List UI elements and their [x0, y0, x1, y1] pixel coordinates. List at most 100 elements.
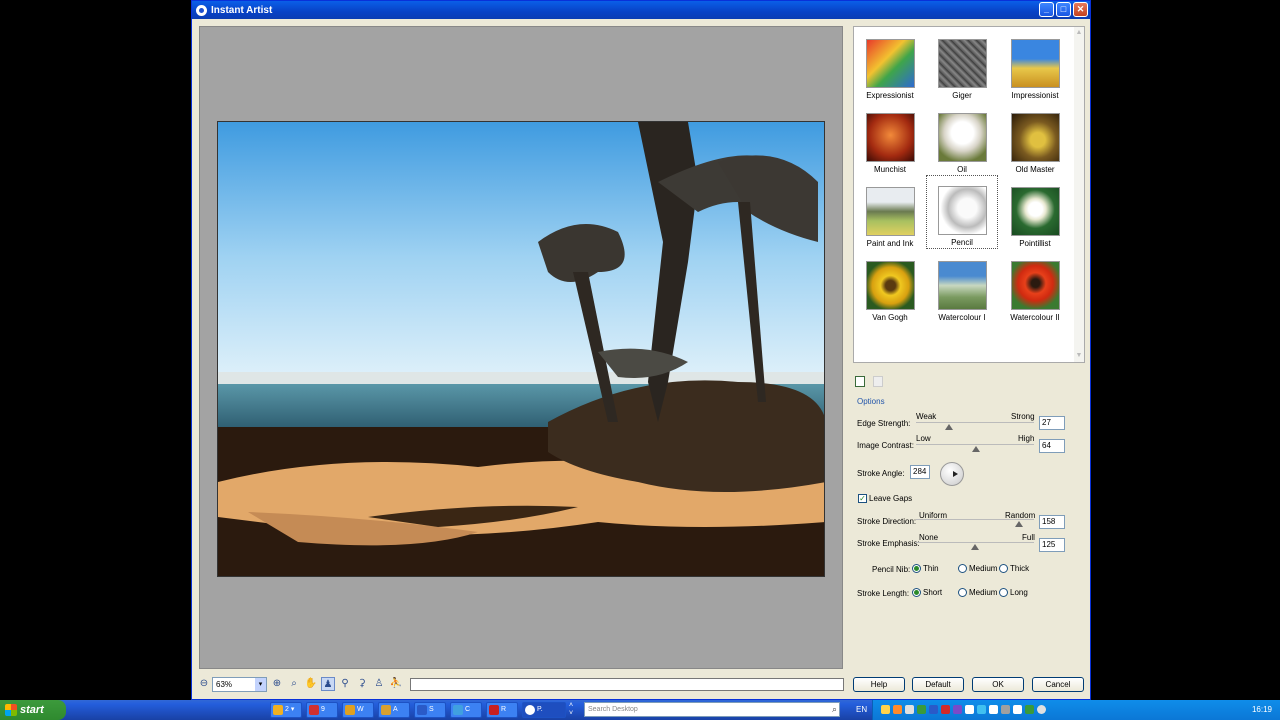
taskbar-item[interactable]: C [450, 702, 482, 718]
chevron-down-icon[interactable]: ▾ [255, 678, 266, 691]
title-bar[interactable]: Instant Artist _ □ ✕ [192, 1, 1090, 19]
style-old-master[interactable]: Old Master [999, 109, 1071, 181]
zoom-in-icon[interactable]: ⊕ [270, 677, 284, 691]
tray-icon[interactable] [941, 705, 950, 714]
preview-canvas[interactable] [199, 26, 843, 669]
tray-icon[interactable] [893, 705, 902, 714]
stroke-direction-slider[interactable] [916, 517, 1034, 531]
stroke-length-medium-radio[interactable]: Medium [958, 588, 997, 597]
app-icon [489, 705, 499, 715]
gallery-scrollbar[interactable]: ▲ ▼ [1074, 27, 1084, 362]
network-icon[interactable] [977, 705, 986, 714]
tray-icon[interactable] [1013, 705, 1022, 714]
taskbar-item[interactable]: 2 ▾ [270, 702, 302, 718]
zoom-select[interactable]: 63% ▾ [212, 677, 267, 692]
stroke-length-short-radio[interactable]: Short [912, 588, 942, 597]
van-gogh-thumbnail [865, 261, 915, 310]
hand-pan-icon[interactable]: ✋ [304, 677, 318, 691]
maximize-button[interactable]: □ [1056, 2, 1071, 17]
taskbar-item[interactable]: R [486, 702, 518, 718]
image-contrast-input[interactable]: 64 [1039, 439, 1065, 453]
preview-image[interactable] [217, 121, 825, 577]
new-preset-icon[interactable] [855, 376, 865, 387]
style-paint-and-ink[interactable]: Paint and Ink [854, 183, 926, 255]
slider-thumb[interactable] [972, 446, 980, 452]
radio-selected-icon[interactable] [912, 588, 921, 597]
volume-icon[interactable] [989, 705, 998, 714]
edge-strength-input[interactable]: 27 [1039, 416, 1065, 430]
style-oil[interactable]: Oil [926, 109, 998, 181]
stroke-length-long-radio[interactable]: Long [999, 588, 1028, 597]
taskbar-item-active[interactable]: P. [522, 702, 566, 718]
stroke-direction-input[interactable]: 158 [1039, 515, 1065, 529]
stroke-emphasis-input[interactable]: 125 [1039, 538, 1065, 552]
pencil-nib-thick-radio[interactable]: Thick [999, 564, 1029, 573]
tray-icon[interactable] [881, 705, 890, 714]
stroke-emphasis-slider[interactable] [916, 540, 1034, 554]
taskbar-item[interactable]: A [378, 702, 410, 718]
tray-icon[interactable] [1025, 705, 1034, 714]
compare-preview-icon[interactable]: ⚳ [355, 677, 369, 691]
leave-gaps-checkbox[interactable]: ✓ Leave Gaps [858, 494, 912, 503]
pencil-nib-medium-radio[interactable]: Medium [958, 564, 997, 573]
default-button[interactable]: Default [912, 677, 964, 692]
start-button[interactable]: start [0, 700, 66, 720]
tray-icon[interactable] [965, 705, 974, 714]
style-munchist[interactable]: Munchist [854, 109, 926, 181]
style-giger[interactable]: Giger [926, 35, 998, 107]
word-icon [417, 705, 427, 715]
style-expressionist[interactable]: Expressionist [854, 35, 926, 107]
style-pencil[interactable]: Pencil [926, 175, 998, 249]
result-preview-icon[interactable]: ⛹ [389, 677, 403, 691]
tray-icon[interactable] [929, 705, 938, 714]
tray-icon[interactable] [953, 705, 962, 714]
pencil-nib-thin-radio[interactable]: Thin [912, 564, 939, 573]
scroll-down-icon[interactable]: ▼ [1075, 352, 1083, 360]
radio-icon[interactable] [958, 588, 967, 597]
tray-icon[interactable] [917, 705, 926, 714]
tray-icon[interactable] [1001, 705, 1010, 714]
search-icon[interactable]: ⌕ [832, 704, 837, 715]
tray-icon[interactable] [1037, 705, 1046, 714]
start-label: start [20, 704, 44, 716]
clock[interactable]: 16:19 [1252, 700, 1272, 720]
desktop-search-input[interactable]: Search Desktop ⌕ [584, 702, 840, 717]
slider-thumb[interactable] [945, 424, 953, 430]
taskbar-item[interactable]: S [414, 702, 446, 718]
slider-thumb[interactable] [971, 544, 979, 550]
taskbar-item[interactable]: 9 [306, 702, 338, 718]
ok-button[interactable]: OK [972, 677, 1024, 692]
radio-icon[interactable] [958, 564, 967, 573]
language-indicator[interactable]: EN [856, 700, 867, 720]
style-impressionist[interactable]: Impressionist [999, 35, 1071, 107]
help-button[interactable]: Help [853, 677, 905, 692]
style-watercolour-1[interactable]: Watercolour I [926, 257, 998, 329]
giger-thumbnail [937, 39, 987, 88]
radio-icon[interactable] [999, 564, 1008, 573]
tray-icon[interactable] [905, 705, 914, 714]
leave-gaps-label: Leave Gaps [869, 494, 913, 503]
original-preview-icon[interactable]: ♙ [372, 677, 386, 691]
zoom-out-icon[interactable]: ⊖ [197, 677, 211, 691]
style-pointillist[interactable]: Pointillist [999, 183, 1071, 255]
preview-person-icon[interactable]: ♟ [321, 677, 335, 691]
checkmark-icon[interactable]: ✓ [858, 494, 867, 503]
cancel-button[interactable]: Cancel [1032, 677, 1084, 692]
style-watercolour-2[interactable]: Watercolour II [999, 257, 1071, 329]
stroke-angle-dial[interactable] [940, 462, 964, 486]
taskbar-item[interactable]: W [342, 702, 374, 718]
style-van-gogh[interactable]: Van Gogh [854, 257, 926, 329]
radio-icon[interactable] [999, 588, 1008, 597]
close-button[interactable]: ✕ [1073, 2, 1088, 17]
scroll-up-icon[interactable]: ▲ [1075, 29, 1083, 37]
style-label: Impressionist [1011, 91, 1059, 100]
stroke-angle-input[interactable]: 284 [910, 465, 930, 479]
split-preview-icon[interactable]: ⚲ [338, 677, 352, 691]
radio-selected-icon[interactable] [912, 564, 921, 573]
zoom-fit-icon[interactable]: ⌕ [287, 677, 301, 691]
taskbar-scroll-icon[interactable]: ˄ ˅ [569, 702, 573, 718]
minimize-button[interactable]: _ [1039, 2, 1054, 17]
slider-thumb[interactable] [1015, 521, 1023, 527]
image-contrast-slider[interactable] [916, 442, 1034, 456]
edge-strength-slider[interactable] [916, 420, 1034, 434]
